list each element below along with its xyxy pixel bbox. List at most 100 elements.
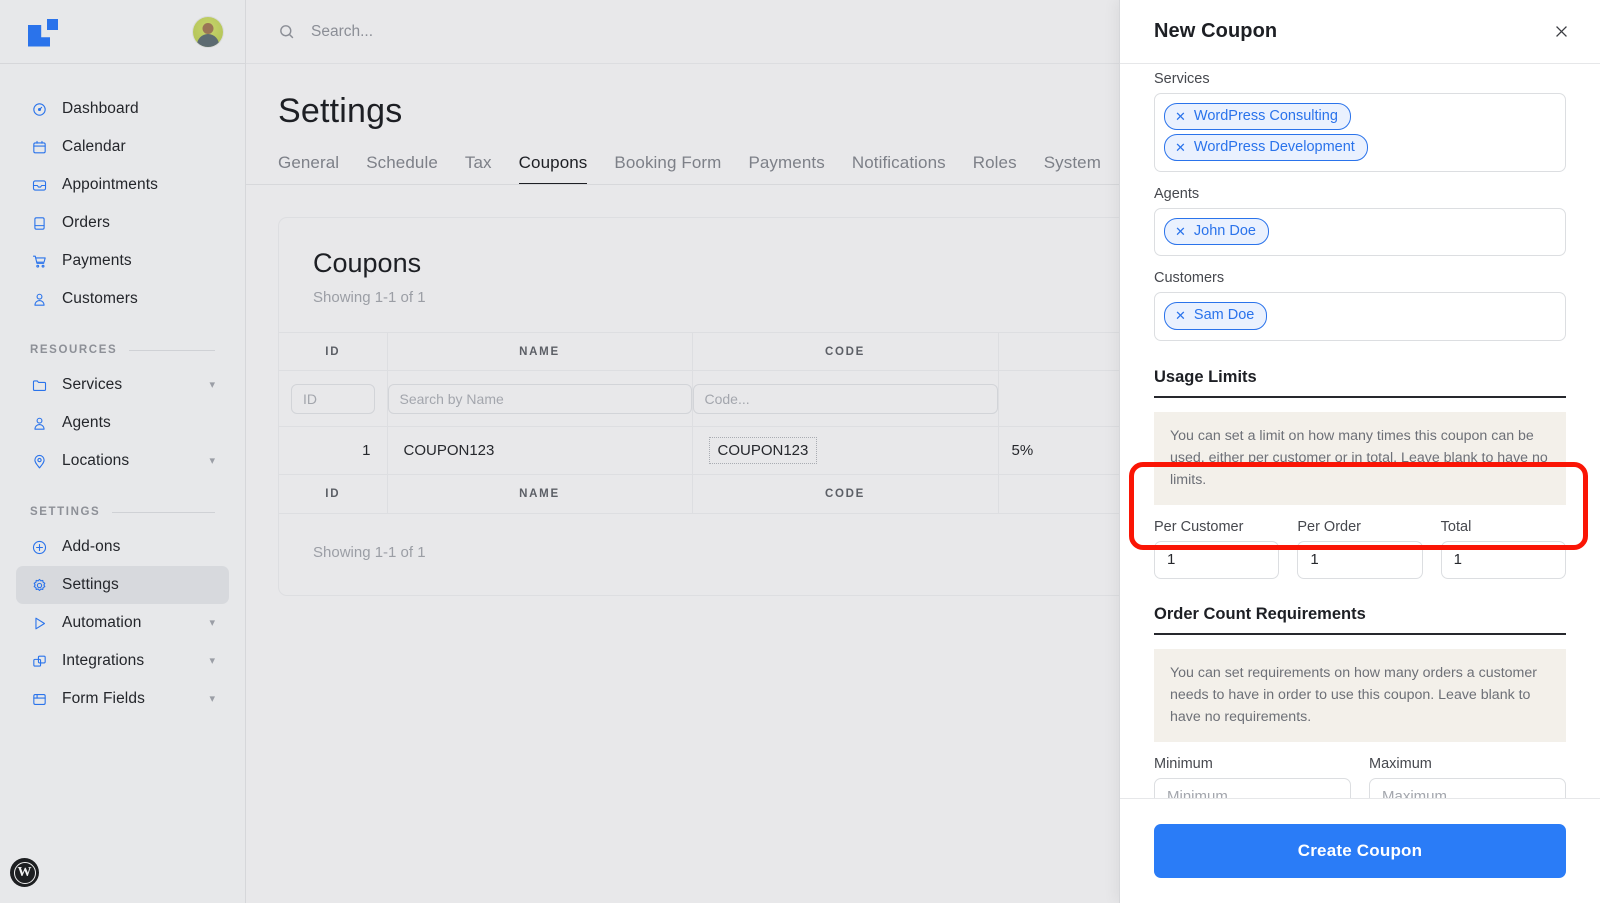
chip-label: WordPress Development (1193, 139, 1355, 156)
sidebar-item-agents[interactable]: Agents (16, 404, 229, 442)
field-customers: Customers ✕ Sam Doe (1154, 270, 1566, 341)
column-header-name[interactable]: NAME (387, 332, 693, 371)
app-logo[interactable] (28, 16, 62, 47)
sidebar-item-settings[interactable]: Settings (16, 566, 229, 604)
sidebar-nav: Dashboard Calendar Appointments Orders Payme… (0, 64, 245, 718)
sidebar-header (0, 0, 245, 64)
orders-icon (30, 214, 48, 232)
sidebar-section-settings: SETTINGS (30, 506, 215, 518)
appointments-icon (30, 176, 48, 194)
tab-tax[interactable]: Tax (465, 153, 492, 184)
selected-chip[interactable]: ✕ WordPress Development (1164, 134, 1368, 162)
coupon-code-chip[interactable]: COUPON123 (708, 437, 818, 464)
sidebar-item-locations[interactable]: Locations ▾ (16, 442, 229, 480)
sidebar-item-orders[interactable]: Orders (16, 204, 229, 242)
field-total: Total (1440, 518, 1566, 579)
sidebar-item-label: Agents (62, 414, 111, 431)
resources-heading: RESOURCES (30, 344, 118, 356)
sidebar-item-label: Add-ons (62, 538, 121, 555)
chevron-down-icon[interactable]: ▾ (209, 617, 215, 629)
sidebar-item-integrations[interactable]: Integrations ▾ (16, 642, 229, 680)
filter-code-input[interactable] (692, 383, 998, 414)
create-coupon-button[interactable]: Create Coupon (1154, 824, 1566, 878)
payments-icon (30, 252, 48, 270)
sidebar-item-form-fields[interactable]: Form Fields ▾ (16, 680, 229, 718)
sidebar-item-label: Integrations (62, 652, 145, 669)
integrations-icon (30, 652, 48, 670)
chip-remove-icon[interactable]: ✕ (1175, 110, 1186, 123)
cell-id: 1 (279, 426, 388, 475)
tab-schedule[interactable]: Schedule (366, 153, 438, 184)
selected-chip[interactable]: ✕ Sam Doe (1164, 302, 1268, 330)
sidebar-item-label: Calendar (62, 138, 126, 155)
filter-id-input[interactable] (291, 383, 375, 414)
selected-chip[interactable]: ✕ John Doe (1164, 218, 1269, 246)
new-coupon-panel: New Coupon Services ✕ WordPress Consultin… (1119, 0, 1600, 903)
filter-cell-code (692, 370, 999, 427)
services-multiselect[interactable]: ✕ WordPress Consulting ✕ WordPress Developm… (1154, 93, 1566, 173)
form-fields-icon (30, 690, 48, 708)
total-input[interactable] (1440, 540, 1566, 579)
sidebar-item-automation[interactable]: Automation ▾ (16, 604, 229, 642)
per-customer-label: Per Customer (1154, 518, 1244, 535)
chevron-down-icon[interactable]: ▾ (209, 693, 215, 705)
filter-cell-name (387, 370, 693, 427)
total-label: Total (1440, 518, 1472, 535)
chip-label: Sam Doe (1193, 307, 1255, 324)
filter-cell-id (279, 370, 388, 427)
tab-general[interactable]: General (278, 153, 339, 184)
column-header-id[interactable]: ID (279, 332, 388, 371)
tab-payments[interactable]: Payments (748, 153, 824, 184)
sidebar-item-label: Orders (62, 214, 110, 231)
filter-name-input[interactable] (387, 383, 692, 414)
sidebar-item-add-ons[interactable]: Add-ons (16, 528, 229, 566)
close-icon[interactable] (1547, 18, 1575, 46)
settings-heading: SETTINGS (30, 506, 101, 518)
per-order-input[interactable] (1297, 540, 1423, 579)
chip-remove-icon[interactable]: ✕ (1175, 309, 1186, 322)
sidebar-item-label: Payments (62, 252, 132, 269)
order-count-heading: Order Count Requirements (1154, 605, 1566, 635)
order-count-fields: Minimum Maximum (1154, 755, 1566, 798)
minimum-input[interactable] (1154, 777, 1351, 798)
tab-notifications[interactable]: Notifications (852, 153, 946, 184)
sidebar-item-label: Dashboard (62, 100, 139, 117)
tab-roles[interactable]: Roles (973, 153, 1017, 184)
chip-remove-icon[interactable]: ✕ (1175, 225, 1186, 238)
maximum-label: Maximum (1369, 755, 1432, 772)
folder-icon (30, 376, 48, 394)
maximum-input[interactable] (1369, 777, 1566, 798)
customers-multiselect[interactable]: ✕ Sam Doe (1154, 292, 1566, 341)
search-input[interactable] (311, 22, 871, 41)
sidebar-item-services[interactable]: Services ▾ (16, 366, 229, 404)
calendar-icon (30, 138, 48, 156)
services-label: Services (1154, 71, 1210, 87)
footer-header-id[interactable]: ID (279, 474, 388, 513)
chevron-down-icon[interactable]: ▾ (209, 655, 215, 667)
sidebar-item-payments[interactable]: Payments (16, 242, 229, 280)
sidebar-item-calendar[interactable]: Calendar (16, 128, 229, 166)
tab-booking-form[interactable]: Booking Form (614, 153, 721, 184)
tab-system[interactable]: System (1044, 153, 1101, 184)
sidebar-item-label: Form Fields (62, 690, 145, 707)
wordpress-icon[interactable]: W (10, 858, 39, 887)
selected-chip[interactable]: ✕ WordPress Consulting (1164, 103, 1351, 131)
sidebar-item-customers[interactable]: Customers (16, 280, 229, 318)
tab-coupons[interactable]: Coupons (518, 153, 588, 184)
footer-header-code[interactable]: CODE (692, 474, 999, 513)
footer-header-name[interactable]: NAME (387, 474, 693, 513)
cell-code: COUPON123 (692, 426, 999, 475)
panel-title: New Coupon (1154, 20, 1278, 42)
field-services: Services ✕ WordPress Consulting ✕ WordPress… (1154, 71, 1566, 173)
plus-circle-icon (30, 538, 48, 556)
sidebar-item-appointments[interactable]: Appointments (16, 166, 229, 204)
per-customer-input[interactable] (1154, 540, 1280, 579)
sidebar-item-dashboard[interactable]: Dashboard (16, 90, 229, 128)
agents-multiselect[interactable]: ✕ John Doe (1154, 208, 1566, 257)
chevron-down-icon[interactable]: ▾ (209, 379, 215, 391)
chevron-down-icon[interactable]: ▾ (209, 455, 215, 467)
chip-remove-icon[interactable]: ✕ (1175, 141, 1186, 154)
column-header-code[interactable]: CODE (692, 332, 999, 371)
avatar[interactable] (193, 16, 223, 47)
panel-header: New Coupon (1120, 0, 1600, 64)
